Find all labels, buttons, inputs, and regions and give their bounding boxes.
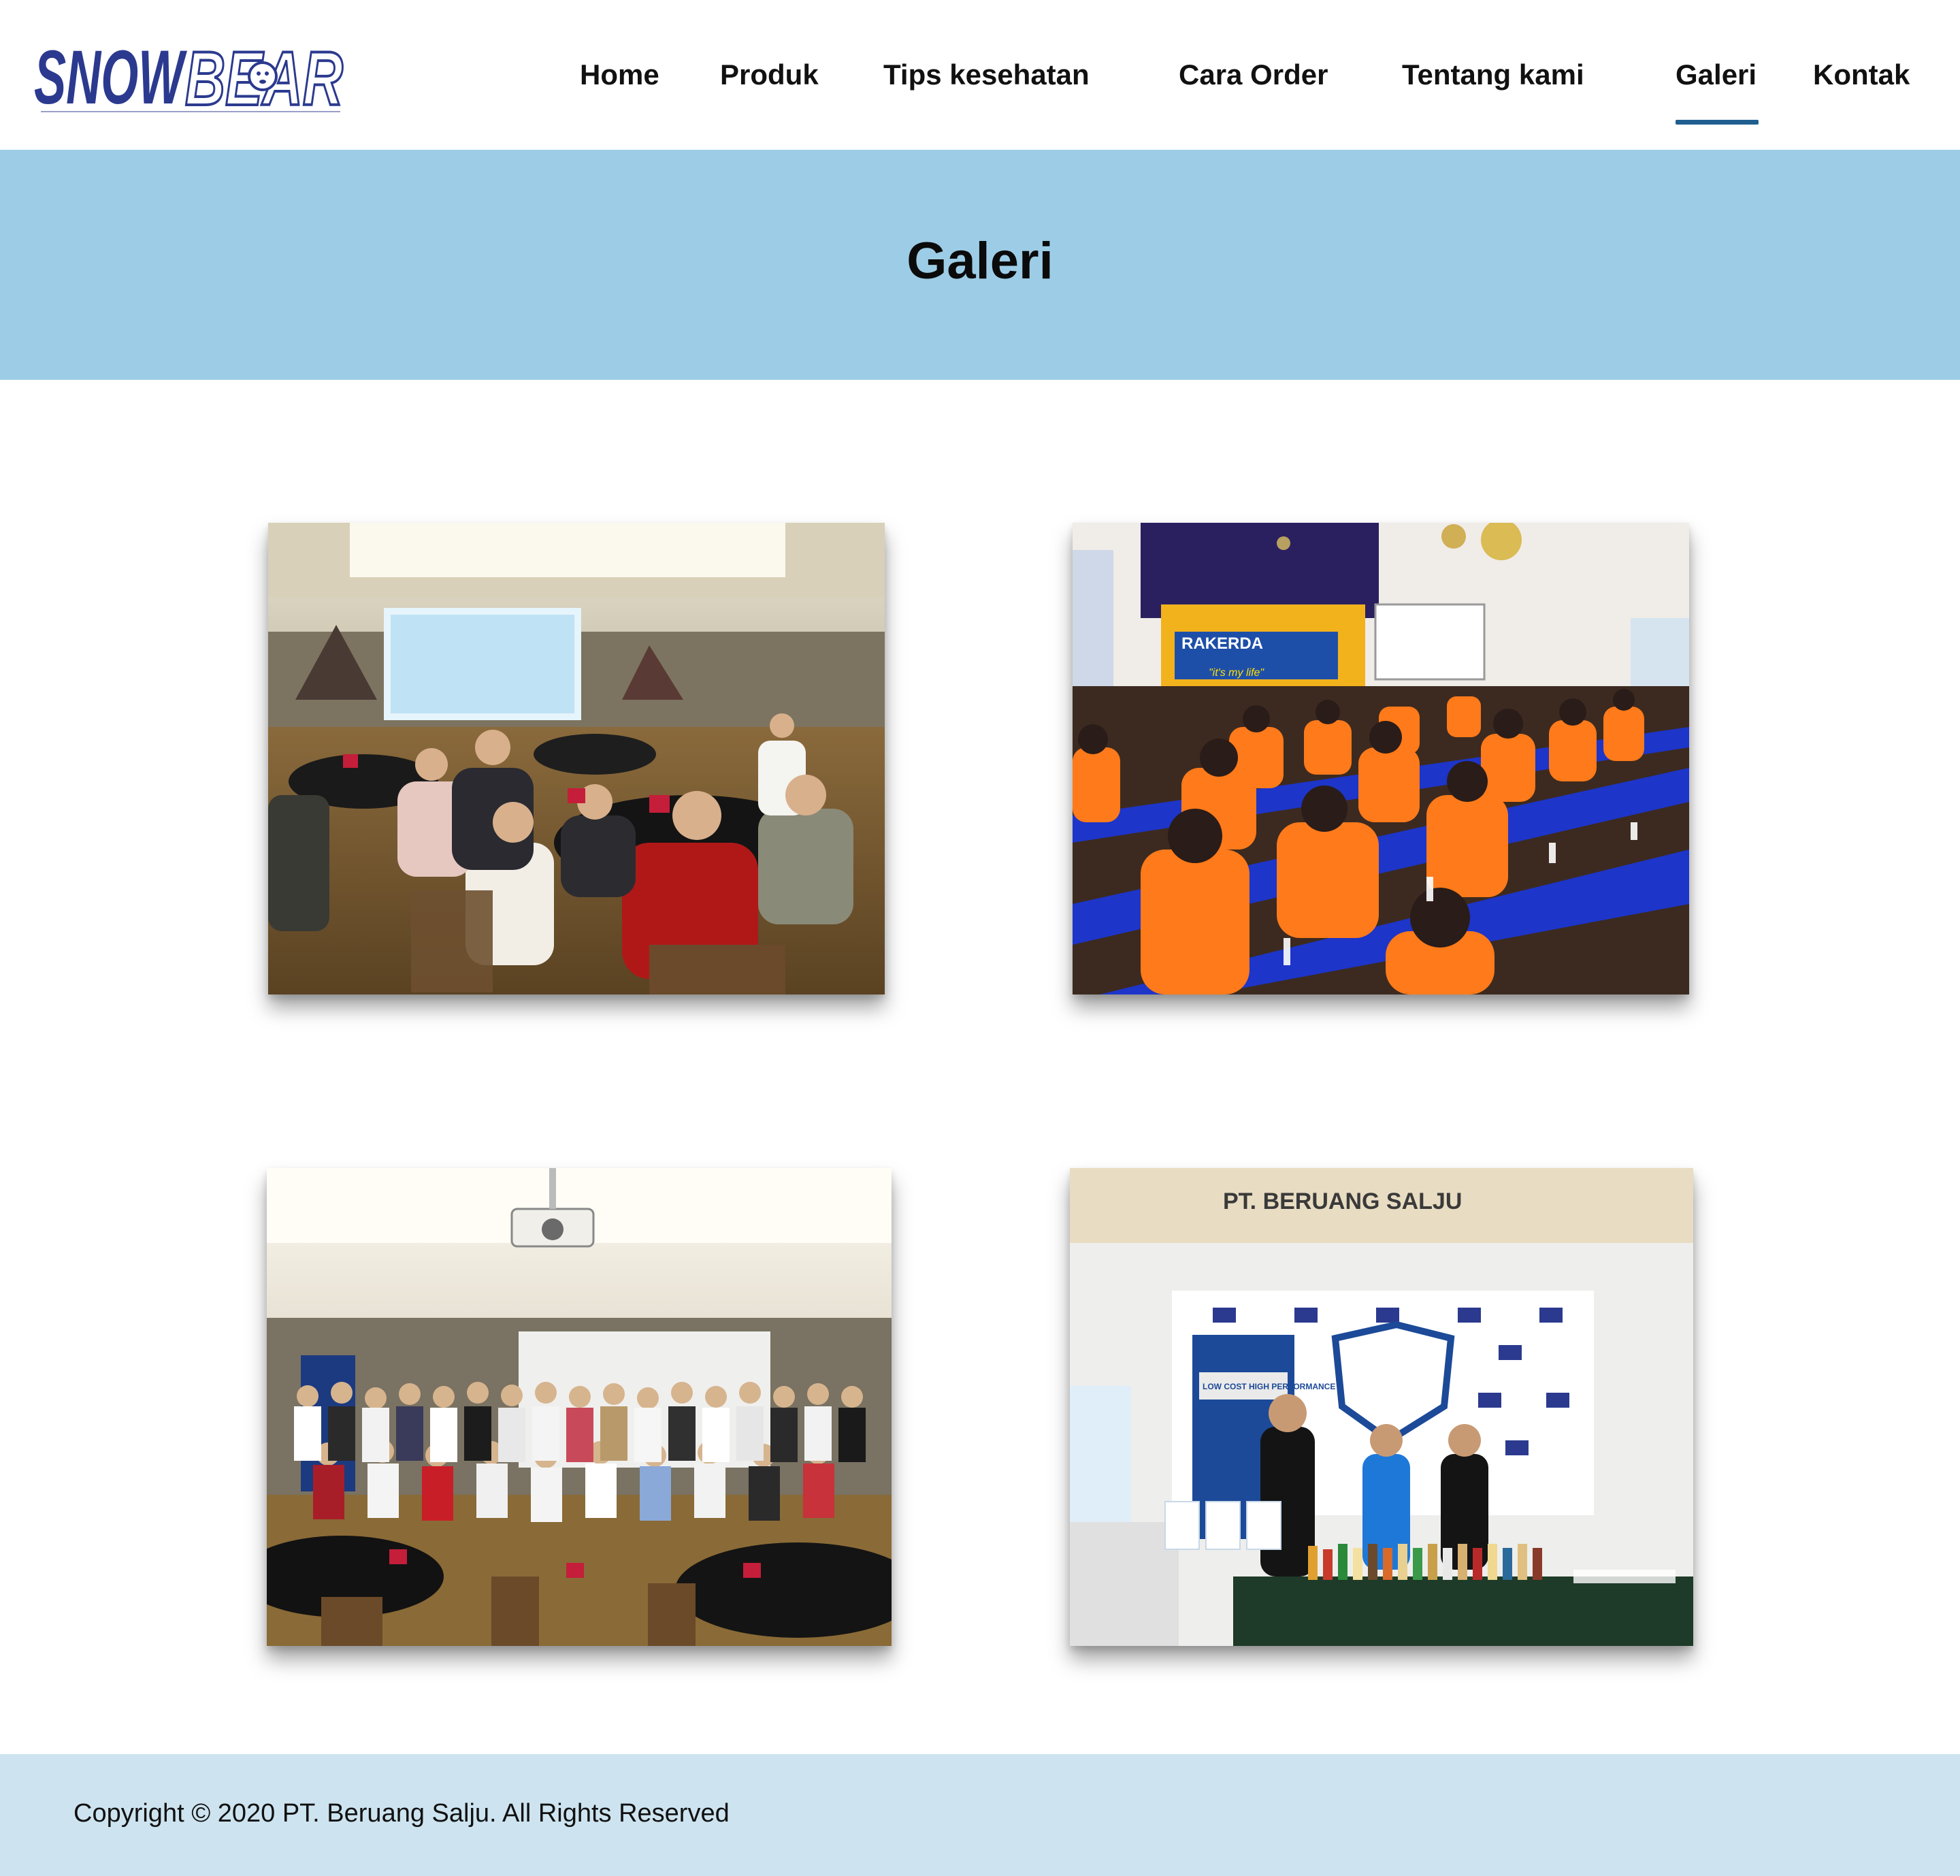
nav-home[interactable]: Home bbox=[580, 54, 659, 95]
conference-photo-illustration: RAKERDA "it's my life" bbox=[1073, 523, 1689, 994]
booth-sign-text: PT. BERUANG SALJU bbox=[1223, 1188, 1462, 1214]
nav-active-indicator bbox=[1676, 120, 1759, 125]
site-footer: Copyright © 2020 PT. Beruang Salju. All … bbox=[0, 1754, 1960, 1876]
stage-banner-text: RAKERDA bbox=[1181, 634, 1263, 653]
stage-tagline-text: "it's my life" bbox=[1209, 667, 1264, 679]
gallery-photo-seminar[interactable] bbox=[268, 523, 885, 994]
gallery-photo-group[interactable] bbox=[267, 1168, 892, 1646]
nav-galeri[interactable]: Galeri bbox=[1676, 54, 1757, 95]
site-header: SNOW BEAR Home Produk Tips kesehatan Car… bbox=[0, 0, 1960, 150]
copyright-text: Copyright © 2020 PT. Beruang Salju. All … bbox=[74, 1799, 730, 1828]
main-nav: Home Produk Tips kesehatan Cara Order Te… bbox=[0, 0, 1960, 150]
nav-produk[interactable]: Produk bbox=[720, 54, 819, 95]
page-banner: Galeri bbox=[0, 150, 1960, 380]
nav-tips-kesehatan[interactable]: Tips kesehatan bbox=[883, 54, 1090, 95]
seminar-photo-illustration bbox=[268, 523, 885, 994]
booth-photo-illustration: PT. BERUANG SALJU LOW COST HIGH PERFORMA… bbox=[1070, 1168, 1693, 1646]
gallery-photo-conference[interactable]: RAKERDA "it's my life" bbox=[1073, 523, 1689, 994]
gallery-photo-booth[interactable]: PT. BERUANG SALJU LOW COST HIGH PERFORMA… bbox=[1070, 1168, 1693, 1646]
booth-poster-text: LOW COST HIGH PERFORMANCE bbox=[1203, 1382, 1335, 1391]
nav-kontak[interactable]: Kontak bbox=[1813, 54, 1910, 95]
nav-tentang-kami[interactable]: Tentang kami bbox=[1402, 54, 1584, 95]
nav-cara-order[interactable]: Cara Order bbox=[1179, 54, 1328, 95]
group-photo-illustration bbox=[267, 1168, 892, 1646]
page-title: Galeri bbox=[906, 232, 1054, 290]
